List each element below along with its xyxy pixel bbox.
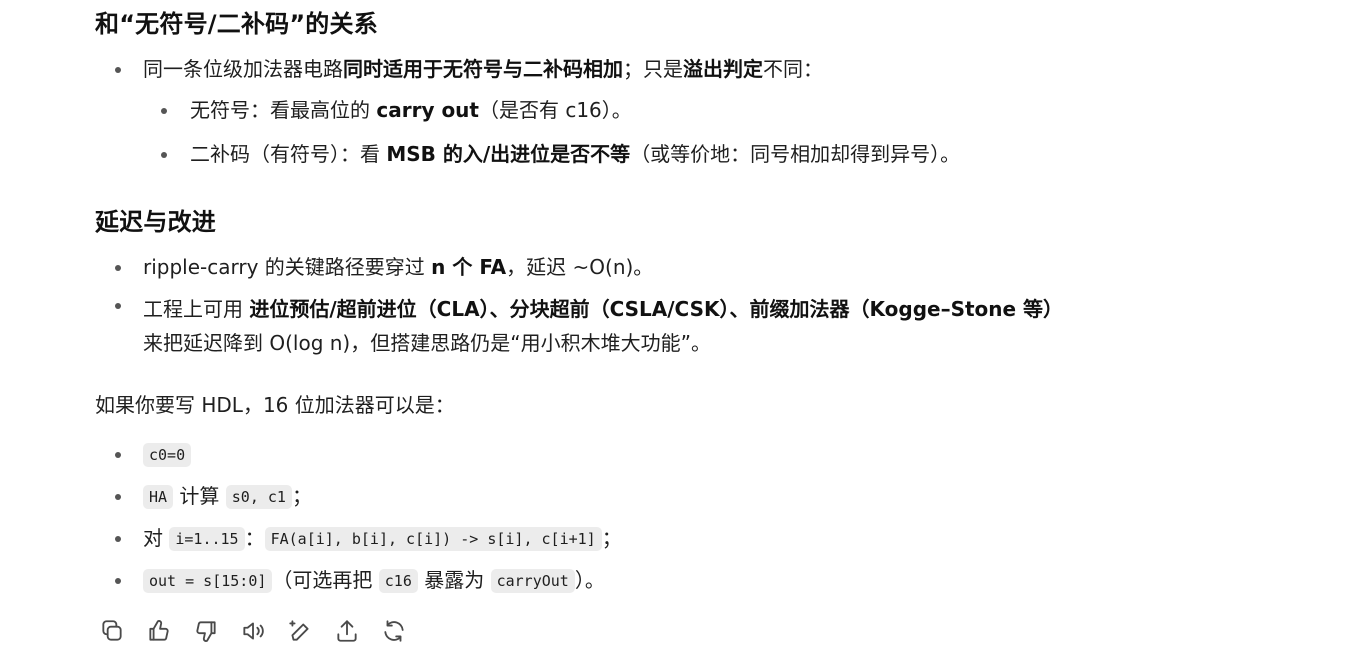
inline-code: carryOut (490, 569, 575, 593)
list-item: 同一条位级加法器电路同时适用于无符号与二补码相加；只是溢出判定不同： (95, 56, 1315, 82)
section-heading-relation: 和“无符号/二补码”的关系 (95, 10, 378, 38)
hdl-intro: 如果你要写 HDL，16 位加法器可以是： (95, 393, 455, 417)
share-button[interactable] (332, 617, 362, 645)
inline-code: s0, c1 (225, 485, 292, 509)
list-item: ripple-carry 的关键路径要穿过 n 个 FA，延迟 ~O(n)。 (95, 254, 1315, 280)
latency-list: ripple-carry 的关键路径要穿过 n 个 FA，延迟 ~O(n)。 工… (95, 254, 1315, 360)
inline-code: c0=0 (143, 443, 192, 467)
list-item: 无符号：看最高位的 carry out（是否有 c16）。 (95, 97, 1315, 123)
thumbs-up-button[interactable] (144, 617, 174, 645)
list-item: HA 计算 s0, c1； (95, 483, 1315, 510)
inline-code: FA(a[i], b[i], c[i]) -> s[i], c[i+1] (264, 527, 602, 551)
edit-button[interactable] (285, 617, 315, 645)
thumbs-down-icon (196, 621, 216, 642)
list-item: 工程上可用 进位预估/超前进位（CLA）、分块超前（CSLA/CSK）、前缀加法… (95, 292, 1315, 360)
regenerate-icon (384, 620, 404, 642)
inline-code: i=1..15 (169, 527, 245, 551)
list-item: 对 i=1..15： FA(a[i], b[i], c[i]) -> s[i], … (95, 525, 1315, 552)
list-item: 二补码（有符号）：看 MSB 的入/出进位是否不等（或等价地：同号相加却得到异号… (95, 141, 1315, 167)
inline-code: out = s[15:0] (143, 569, 273, 593)
inline-code: c16 (378, 569, 418, 593)
edit-icon (289, 620, 309, 641)
relation-list: 同一条位级加法器电路同时适用于无符号与二补码相加；只是溢出判定不同： (95, 56, 1315, 82)
read-aloud-button[interactable] (238, 617, 268, 645)
list-item: out = s[15:0] （可选再把 c16 暴露为 carryOut）。 (95, 567, 1315, 594)
message-actions (97, 617, 426, 645)
copy-button[interactable] (97, 617, 127, 645)
thumbs-down-button[interactable] (191, 617, 221, 645)
hdl-list: c0=0 HA 计算 s0, c1； 对 i=1..15： FA(a[i], b[… (95, 441, 1315, 594)
copy-icon (102, 620, 122, 641)
relation-sublist: 无符号：看最高位的 carry out（是否有 c16）。 二补码（有符号）：看… (95, 97, 1315, 167)
thumbs-up-icon (149, 620, 169, 641)
read-aloud-icon (243, 622, 264, 640)
regenerate-button[interactable] (379, 617, 409, 645)
inline-code: HA (143, 485, 174, 509)
list-item: c0=0 (95, 441, 1315, 468)
share-icon (337, 620, 357, 642)
section-heading-latency: 延迟与改进 (95, 208, 216, 236)
